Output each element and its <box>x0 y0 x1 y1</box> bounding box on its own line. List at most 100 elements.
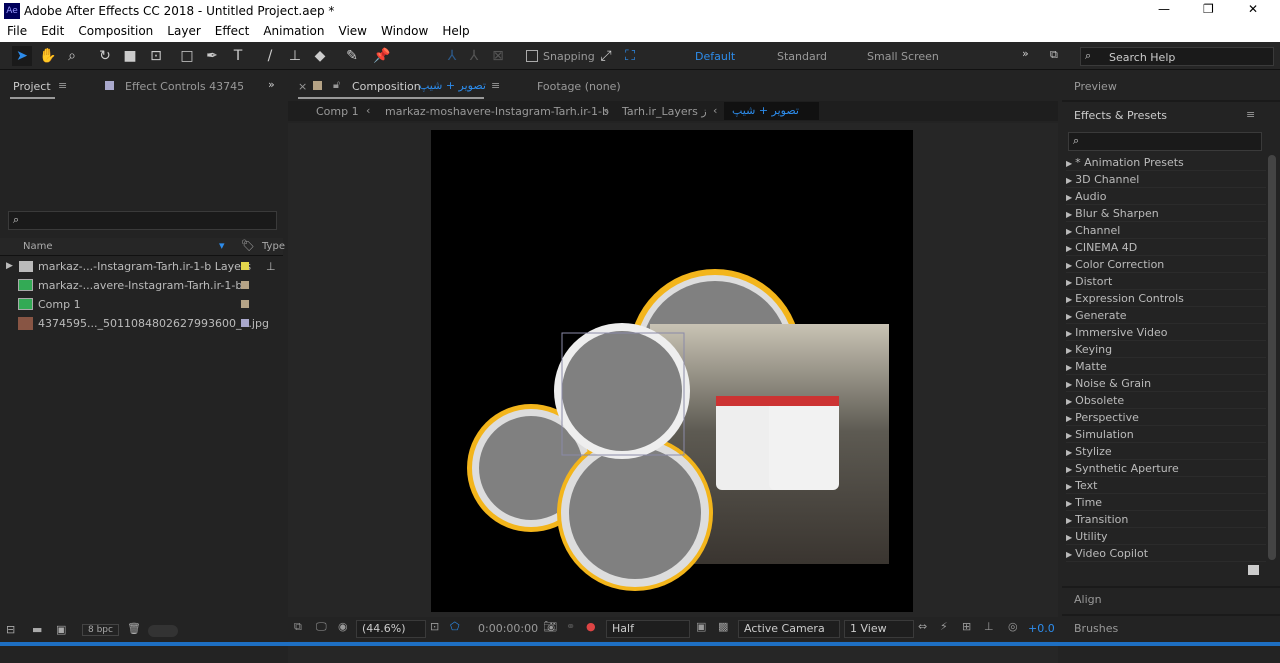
expand-arrow-icon[interactable]: ▶ <box>1066 380 1072 389</box>
magnification-dropdown[interactable]: (44.6%) <box>356 620 426 638</box>
scrollbar[interactable] <box>1268 155 1276 560</box>
expand-arrow-icon[interactable]: ▶ <box>1066 295 1072 304</box>
show-snapshot-icon[interactable]: ⚭ <box>566 620 575 633</box>
pixel-aspect-icon[interactable]: ⇔ <box>918 620 927 633</box>
close-button[interactable]: ✕ <box>1248 2 1258 16</box>
exposure-value[interactable]: +0.0 <box>1028 622 1055 635</box>
panel-menu-icon[interactable]: ≡ <box>491 79 500 92</box>
project-item[interactable]: ▶ markaz-...-Instagram-Tarh.ir-1-b Layer… <box>0 257 283 276</box>
new-composition-icon[interactable]: ▣ <box>56 623 66 636</box>
effect-category[interactable]: ▶ Noise & Grain <box>1066 375 1266 392</box>
roto-brush-tool-icon[interactable]: ✎ <box>342 46 362 66</box>
sync-settings-icon[interactable]: ⧉ <box>1050 48 1058 62</box>
mask-visibility-icon[interactable]: ◉ <box>338 620 348 633</box>
pan-behind-tool-icon[interactable]: ⊡ <box>146 46 166 66</box>
effect-category[interactable]: ▶ Perspective <box>1066 409 1266 426</box>
rotate-tool-icon[interactable]: ↻ <box>95 46 115 66</box>
expand-arrow-icon[interactable]: ▶ <box>1066 363 1072 372</box>
timecode[interactable]: 0:00:00:00 <box>478 622 538 635</box>
timeline-icon[interactable]: ⊞ <box>962 620 971 633</box>
expand-arrow-icon[interactable]: ▶ <box>1066 176 1072 185</box>
tab-footage[interactable]: Footage (none) <box>537 80 621 93</box>
expand-arrow-icon[interactable]: ▶ <box>1066 482 1072 491</box>
breadcrumb-item-active[interactable]: تصویر + شیپ <box>724 102 819 120</box>
effect-category[interactable]: ▶ Distort <box>1066 273 1266 290</box>
effect-category[interactable]: ▶ CINEMA 4D <box>1066 239 1266 256</box>
tab-composition-name[interactable]: تصویر + شیپ <box>419 79 486 92</box>
effect-category[interactable]: ▶ Audio <box>1066 188 1266 205</box>
flowchart-icon[interactable]: ⊥ <box>984 620 994 633</box>
toggle-transparency-icon[interactable]: ▩ <box>718 620 728 633</box>
expand-arrow-icon[interactable]: ▶ <box>1066 414 1072 423</box>
new-bin-icon[interactable] <box>1248 565 1259 575</box>
expand-arrow-icon[interactable]: ▶ <box>1066 261 1072 270</box>
expand-arrow-icon[interactable]: ▶ <box>1066 550 1072 559</box>
project-item[interactable]: 4374595..._5011084802627993600_n.jpg <box>0 314 283 333</box>
effect-category[interactable]: ▶ Simulation <box>1066 426 1266 443</box>
expand-arrow-icon[interactable]: ▶ <box>1066 159 1072 168</box>
expand-arrow-icon[interactable]: ▶ <box>1066 431 1072 440</box>
maximize-button[interactable]: ❐ <box>1203 2 1214 16</box>
minimize-button[interactable]: — <box>1158 2 1170 16</box>
resolution-dropdown[interactable]: Half <box>606 620 690 638</box>
brush-tool-icon[interactable]: / <box>260 46 280 66</box>
channel-icon[interactable]: ● <box>586 620 596 633</box>
label-tag-icon[interactable]: 🏷 <box>241 239 255 252</box>
menu-layer[interactable]: Layer <box>160 22 207 42</box>
world-axis-icon[interactable]: ⅄ <box>464 46 484 66</box>
effect-category[interactable]: ▶ Utility <box>1066 528 1266 545</box>
expand-arrow-icon[interactable]: ▶ <box>1066 448 1072 457</box>
label-color-swatch[interactable] <box>241 281 249 289</box>
effect-category[interactable]: ▶ Time <box>1066 494 1266 511</box>
menu-view[interactable]: View <box>332 22 374 42</box>
fast-previews-icon[interactable]: ▣ <box>696 620 706 633</box>
transparency-grid-icon[interactable]: ⬠ <box>450 620 460 633</box>
fast-draft-icon[interactable]: ⚡ <box>940 620 948 633</box>
project-search-input[interactable]: ⌕ <box>8 211 277 230</box>
selection-tool-icon[interactable]: ➤ <box>12 46 32 66</box>
monitor-icon[interactable]: 🖵 <box>316 620 327 634</box>
panel-menu-icon[interactable]: ≡ <box>1246 108 1255 121</box>
snapping-checkbox[interactable] <box>526 50 538 62</box>
effect-category[interactable]: ▶ Synthetic Aperture <box>1066 460 1266 477</box>
puppet-tool-icon[interactable]: 📌 <box>372 46 392 66</box>
interpret-footage-icon[interactable]: ⊟ <box>6 623 15 636</box>
expand-arrow-icon[interactable]: ▶ <box>1066 516 1072 525</box>
tab-effect-controls[interactable]: Effect Controls 4374595 <box>125 80 243 93</box>
expand-arrow-icon[interactable]: ▶ <box>1066 397 1072 406</box>
view-axis-icon[interactable]: ⊠ <box>488 46 508 66</box>
menu-effect[interactable]: Effect <box>208 22 257 42</box>
effect-category[interactable]: ▶ Stylize <box>1066 443 1266 460</box>
expand-arrow-icon[interactable]: ▶ <box>1066 193 1072 202</box>
hand-tool-icon[interactable]: ✋ <box>38 46 58 66</box>
expand-arrow-icon[interactable]: ▶ <box>1066 346 1072 355</box>
effect-category[interactable]: ▶ Transition <box>1066 511 1266 528</box>
effect-category[interactable]: ▶ Generate <box>1066 307 1266 324</box>
camera-dropdown[interactable]: Active Camera <box>738 620 840 638</box>
menu-window[interactable]: Window <box>374 22 435 42</box>
effect-category[interactable]: ▶ Immersive Video <box>1066 324 1266 341</box>
local-axis-icon[interactable]: ⅄ <box>442 46 462 66</box>
text-tool-icon[interactable]: T <box>228 46 248 66</box>
trash-icon[interactable]: 🗑 <box>127 622 141 635</box>
menu-edit[interactable]: Edit <box>34 22 71 42</box>
bpc-button[interactable]: 8 bpc <box>82 624 119 636</box>
expand-arrow-icon[interactable]: ▶ <box>1066 533 1072 542</box>
tab-composition[interactable]: Composition <box>352 80 421 93</box>
effect-category[interactable]: ▶ 3D Channel <box>1066 171 1266 188</box>
eraser-tool-icon[interactable]: ◆ <box>310 46 330 66</box>
breadcrumb-item[interactable]: Tarh.ir_Layers ز <box>622 105 707 118</box>
lock-icon[interactable]: 🔓︎ <box>333 78 340 92</box>
effects-search-input[interactable]: ⌕ <box>1068 132 1262 151</box>
more-tabs-icon[interactable]: » <box>268 78 275 91</box>
menu-help[interactable]: Help <box>435 22 476 42</box>
expand-arrow-icon[interactable]: ▶ <box>1066 244 1072 253</box>
brushes-panel-header[interactable]: Brushes <box>1074 622 1118 635</box>
effect-category[interactable]: ▶ Keying <box>1066 341 1266 358</box>
expand-arrow-icon[interactable]: ▶ <box>1066 210 1072 219</box>
snap-edges-icon[interactable]: ⤢ <box>596 46 616 66</box>
breadcrumb-item[interactable]: markaz-moshavere-Instagram-Tarh.ir-1-b <box>385 105 609 118</box>
align-panel-header[interactable]: Align <box>1074 593 1102 606</box>
workspace-standard[interactable]: Standard <box>777 50 827 63</box>
snapshot-icon[interactable]: 📷︎ <box>543 620 557 633</box>
